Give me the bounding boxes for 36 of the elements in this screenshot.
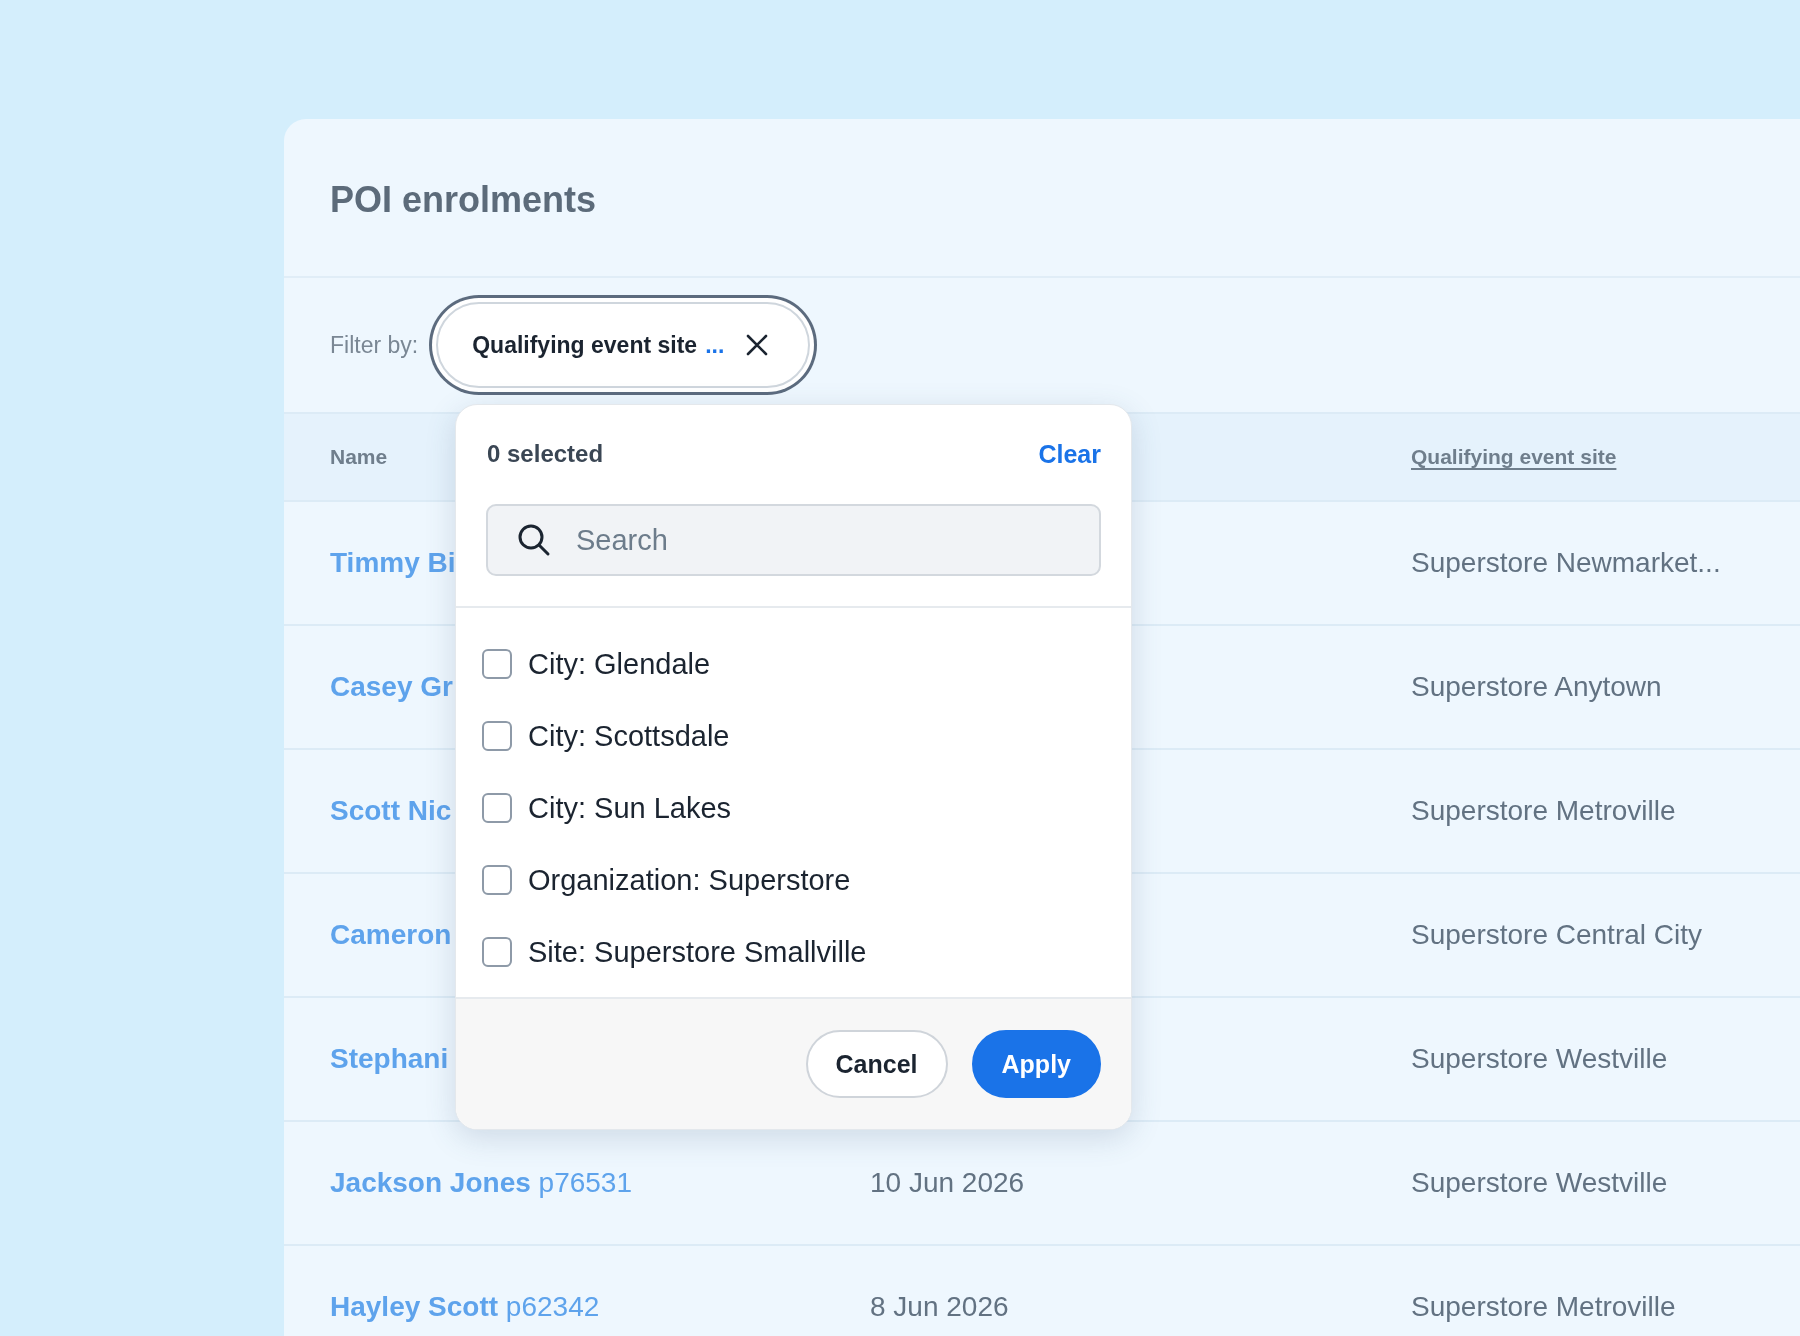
checkbox[interactable] — [482, 649, 512, 679]
checkbox[interactable] — [482, 721, 512, 751]
apply-button[interactable]: Apply — [971, 1030, 1101, 1098]
date-cell: 8 Jun 2026 — [870, 1291, 1009, 1323]
site-cell: Superstore Metroville — [1411, 1291, 1676, 1323]
filter-label: Filter by: — [330, 331, 419, 359]
option-label[interactable]: Organization: Superstore — [528, 863, 851, 897]
name-link[interactable]: Stephani — [330, 1043, 449, 1075]
site-cell: Superstore Westville — [1411, 1167, 1668, 1199]
site-cell: Superstore Anytown — [1411, 671, 1662, 703]
name-link[interactable]: Jackson Jones p76531 — [330, 1167, 632, 1199]
name-link[interactable]: Casey Gr — [330, 671, 453, 703]
clear-link[interactable]: Clear — [1038, 439, 1101, 469]
column-header[interactable]: Qualifying event site — [1411, 445, 1617, 469]
checkbox[interactable] — [482, 937, 512, 967]
option-label[interactable]: Site: Superstore Smallville — [528, 935, 867, 969]
site-cell: Superstore Metroville — [1411, 795, 1676, 827]
name-link[interactable]: Scott Nic — [330, 795, 452, 827]
name-link[interactable]: Timmy Bi — [330, 547, 456, 579]
name-link[interactable]: Hayley Scott p62342 — [330, 1291, 600, 1323]
close-icon[interactable] — [746, 334, 769, 356]
option-label[interactable]: City: Glendale — [528, 647, 711, 681]
site-cell: Superstore Westville — [1411, 1043, 1668, 1075]
search-field[interactable]: Search — [486, 504, 1101, 576]
column-header: Name — [330, 445, 388, 469]
checkbox[interactable] — [482, 865, 512, 895]
cancel-button[interactable]: Cancel — [805, 1030, 948, 1098]
site-cell: Superstore Central City — [1411, 919, 1702, 951]
date-cell: 10 Jun 2026 — [870, 1167, 1025, 1199]
selected-count: 0 selected — [487, 440, 604, 468]
option-label[interactable]: City: Scottsdale — [528, 719, 730, 753]
checkbox[interactable] — [482, 793, 512, 823]
page-title: POI enrolments — [329, 178, 598, 222]
site-cell: Superstore Newmarket... — [1411, 547, 1721, 579]
option-label[interactable]: City: Sun Lakes — [528, 791, 732, 825]
name-link[interactable]: Cameron — [330, 919, 452, 951]
